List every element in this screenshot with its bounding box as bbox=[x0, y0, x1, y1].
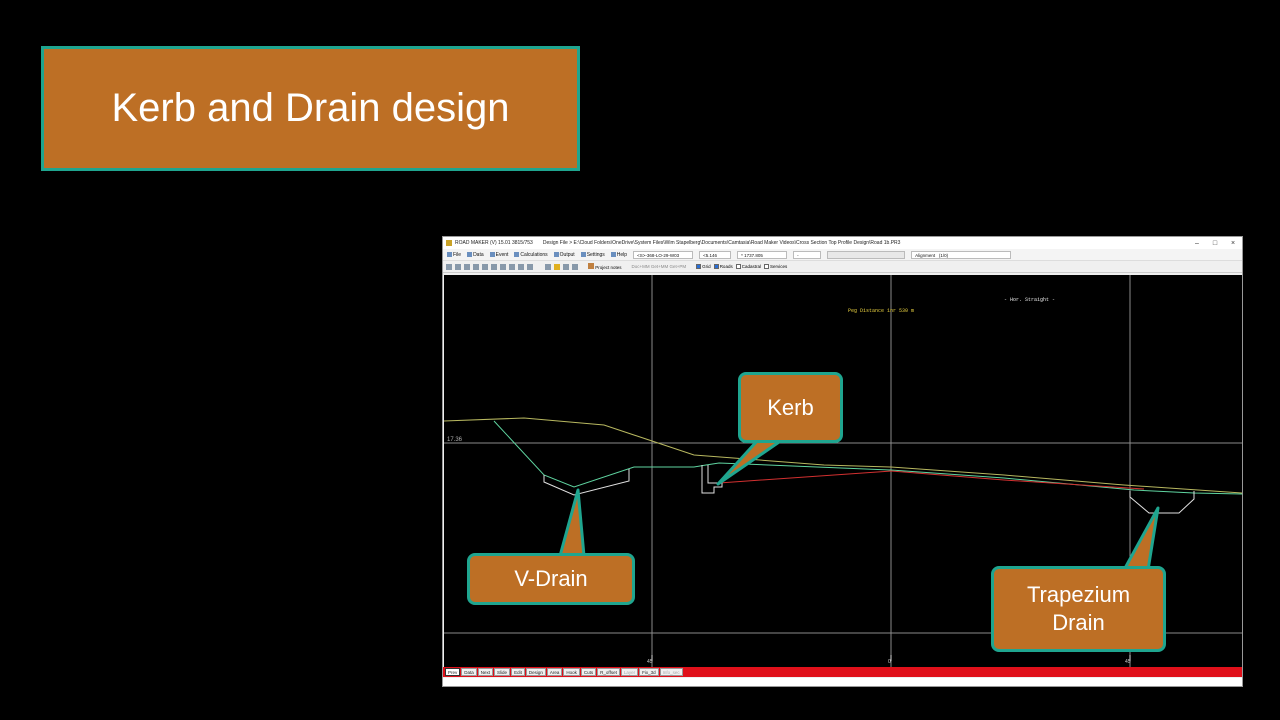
menu-help[interactable]: Help bbox=[610, 252, 627, 258]
zoom-out-icon[interactable] bbox=[464, 263, 470, 270]
coord-field-4: - bbox=[793, 250, 822, 259]
file-icon bbox=[447, 252, 452, 257]
coord-field-3: * 1737.805 bbox=[737, 250, 788, 259]
x-tick-label: 45 bbox=[647, 659, 653, 665]
menu-output[interactable]: Output bbox=[553, 252, 575, 258]
command-tab-bar: Prev Data Next Slide Edit Design Area Ho… bbox=[443, 667, 1242, 677]
menu-bar: File Data Event Calculations Output Sett… bbox=[443, 249, 1242, 261]
tab-area[interactable]: Area bbox=[546, 668, 563, 676]
slide: Kerb and Drain design ROAD MAKER (V) 15.… bbox=[0, 0, 1280, 720]
tab-prev[interactable]: Prev bbox=[445, 668, 461, 676]
event-icon bbox=[489, 252, 495, 257]
coord-field-1: <S>-368-LO-29-W03 bbox=[633, 250, 694, 259]
menu-event[interactable]: Event bbox=[489, 252, 508, 258]
tab-cuts[interactable]: Cuts bbox=[580, 668, 597, 676]
tab-data[interactable]: Data bbox=[461, 668, 477, 676]
window-app-title: ROAD MAKER (V) 15.01 3815/753 bbox=[455, 240, 533, 246]
window-titlebar: ROAD MAKER (V) 15.01 3815/753 Design Fil… bbox=[443, 237, 1242, 249]
menu-settings[interactable]: Settings bbox=[580, 252, 605, 258]
line-icon[interactable] bbox=[545, 263, 551, 270]
highlight-icon[interactable] bbox=[554, 263, 560, 270]
zoom-extents-icon[interactable] bbox=[482, 263, 488, 270]
tab-layer[interactable]: Layer bbox=[620, 668, 639, 676]
doc-items[interactable]: Doc+MM Get+MM Get+PM bbox=[632, 264, 687, 269]
natural-ground-line bbox=[443, 417, 1242, 494]
grid-checkbox[interactable]: Grid bbox=[696, 264, 711, 269]
tools-icon[interactable] bbox=[563, 263, 569, 270]
x-tick-label: 0 bbox=[888, 659, 891, 665]
slide-title-box: Kerb and Drain design bbox=[41, 46, 580, 171]
calculator-icon bbox=[514, 252, 520, 257]
tab-next[interactable]: Next bbox=[477, 668, 494, 676]
image-icon[interactable] bbox=[572, 263, 578, 270]
refresh-icon[interactable] bbox=[491, 263, 497, 270]
tab-fix-3d[interactable]: Fix_3d bbox=[639, 668, 659, 676]
alignment-field[interactable]: Alignment (1/0) bbox=[911, 250, 1012, 259]
print-icon[interactable] bbox=[527, 263, 533, 270]
menu-file[interactable]: File bbox=[447, 252, 461, 258]
design-file-path: Design File > E:\Cloud Folders\OneDrive\… bbox=[542, 240, 901, 246]
trapezium-drain-outline bbox=[1129, 491, 1195, 514]
roads-checkbox[interactable]: Roads bbox=[713, 264, 733, 269]
tab-hook[interactable]: Hook bbox=[563, 668, 580, 676]
printer-icon bbox=[553, 252, 559, 257]
maximize-icon[interactable]: □ bbox=[1206, 240, 1224, 247]
menu-calculations[interactable]: Calculations bbox=[514, 252, 548, 258]
tab-design[interactable]: Design bbox=[525, 668, 546, 676]
project-notes-button[interactable]: Project notes bbox=[588, 263, 622, 270]
minimize-icon[interactable]: – bbox=[1188, 240, 1206, 247]
cadastral-checkbox[interactable]: Cadastral bbox=[735, 264, 761, 269]
data-icon bbox=[467, 252, 473, 257]
zoom-window-icon[interactable] bbox=[473, 263, 479, 270]
tab-edit[interactable]: Edit bbox=[511, 668, 525, 676]
services-checkbox[interactable]: Services bbox=[763, 264, 787, 269]
kerb-outline bbox=[701, 465, 723, 494]
x-tick-label: 45 bbox=[1125, 659, 1131, 665]
tab-slide[interactable]: Slide bbox=[494, 668, 511, 676]
trapezium-callout-line1: Trapezium bbox=[1026, 582, 1131, 607]
tab-info-sec[interactable]: Info_sec bbox=[659, 668, 683, 676]
pin-icon[interactable] bbox=[500, 263, 506, 270]
zoom-in-icon[interactable] bbox=[455, 263, 461, 270]
design-red-line bbox=[718, 470, 1145, 490]
measure-icon[interactable] bbox=[518, 263, 524, 270]
layers-icon[interactable] bbox=[509, 263, 515, 270]
slide-title: Kerb and Drain design bbox=[111, 86, 510, 130]
pan-icon[interactable] bbox=[446, 263, 452, 270]
trapezium-callout-line2: Drain bbox=[1052, 610, 1105, 635]
help-icon bbox=[610, 252, 616, 257]
v-drain-callout: V-Drain bbox=[467, 553, 635, 605]
progress-field bbox=[827, 250, 906, 259]
horizontal-annotation: - Hor. Straight - bbox=[1004, 297, 1055, 303]
kerb-callout: Kerb bbox=[738, 372, 843, 443]
app-logo-icon bbox=[446, 240, 452, 246]
close-icon[interactable]: × bbox=[1224, 240, 1242, 247]
toolbar: Project notes Doc+MM Get+MM Get+PM Grid … bbox=[443, 261, 1242, 273]
tab-r-offset[interactable]: R_offset bbox=[597, 668, 620, 676]
peg-distance-annotation: Peg Distance 1nr 530 m bbox=[848, 308, 914, 314]
menu-data[interactable]: Data bbox=[467, 252, 484, 258]
status-strip bbox=[443, 678, 1242, 686]
trapezium-drain-callout: Trapezium Drain bbox=[991, 566, 1166, 652]
v-drain-callout-label: V-Drain bbox=[514, 566, 588, 591]
gear-icon bbox=[580, 252, 586, 257]
elevation-label: 17.36 bbox=[447, 437, 463, 443]
kerb-callout-label: Kerb bbox=[767, 394, 814, 420]
coord-field-2: <5.146 bbox=[699, 250, 732, 259]
notes-icon bbox=[588, 263, 594, 269]
